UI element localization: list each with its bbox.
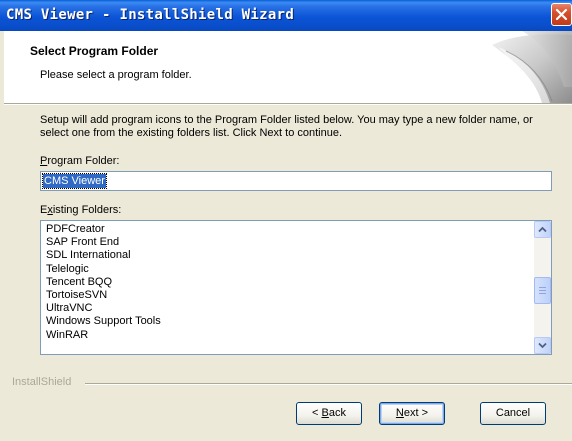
- page-title: Select Program Folder: [30, 44, 159, 58]
- scrollbar-thumb[interactable]: [534, 277, 551, 304]
- page-subtitle: Please select a program folder.: [40, 69, 192, 81]
- footer-divider: [85, 383, 572, 385]
- scroll-up-button[interactable]: [534, 221, 551, 238]
- existing-folders-label: Existing Folders:: [40, 204, 122, 216]
- program-folder-value: CMS Viewer: [42, 173, 107, 189]
- chevron-down-icon: [538, 342, 547, 349]
- existing-folders-list[interactable]: PDFCreator SAP Front End SDL Internation…: [40, 220, 552, 355]
- instructions-text: Setup will add program icons to the Prog…: [40, 114, 533, 139]
- list-item[interactable]: SDL International: [46, 249, 161, 262]
- chevron-up-icon: [538, 226, 547, 233]
- installshield-brand-label: InstallShield: [12, 376, 72, 388]
- list-item[interactable]: Windows Support Tools: [46, 315, 161, 328]
- list-item[interactable]: WinRAR: [46, 329, 161, 342]
- list-item[interactable]: PDFCreator: [46, 223, 161, 236]
- list-item[interactable]: Telelogic: [46, 263, 161, 276]
- close-button[interactable]: [551, 3, 572, 26]
- cancel-button[interactable]: Cancel: [480, 402, 546, 425]
- list-item[interactable]: Tencent BQQ: [46, 276, 161, 289]
- program-folder-label: Program Folder:: [40, 155, 120, 167]
- title-bar[interactable]: CMS Viewer - InstallShield Wizard: [0, 0, 572, 31]
- vertical-scrollbar[interactable]: [534, 221, 551, 354]
- window-title: CMS Viewer - InstallShield Wizard: [6, 7, 295, 23]
- list-item[interactable]: TortoiseSVN: [46, 289, 161, 302]
- installshield-wizard-window: CMS Viewer - InstallShield Wizard Select…: [0, 0, 572, 441]
- list-item[interactable]: UltraVNC: [46, 302, 161, 315]
- scroll-down-button[interactable]: [534, 337, 551, 354]
- header-divider: [4, 103, 572, 105]
- close-icon: [555, 8, 568, 21]
- program-folder-input[interactable]: CMS Viewer: [40, 171, 552, 191]
- list-item[interactable]: SAP Front End: [46, 236, 161, 249]
- back-button[interactable]: < Back: [296, 402, 362, 425]
- next-button[interactable]: Next >: [379, 402, 445, 425]
- wizard-header: Select Program Folder Please select a pr…: [4, 31, 572, 103]
- installshield-graphic-icon: [492, 31, 572, 103]
